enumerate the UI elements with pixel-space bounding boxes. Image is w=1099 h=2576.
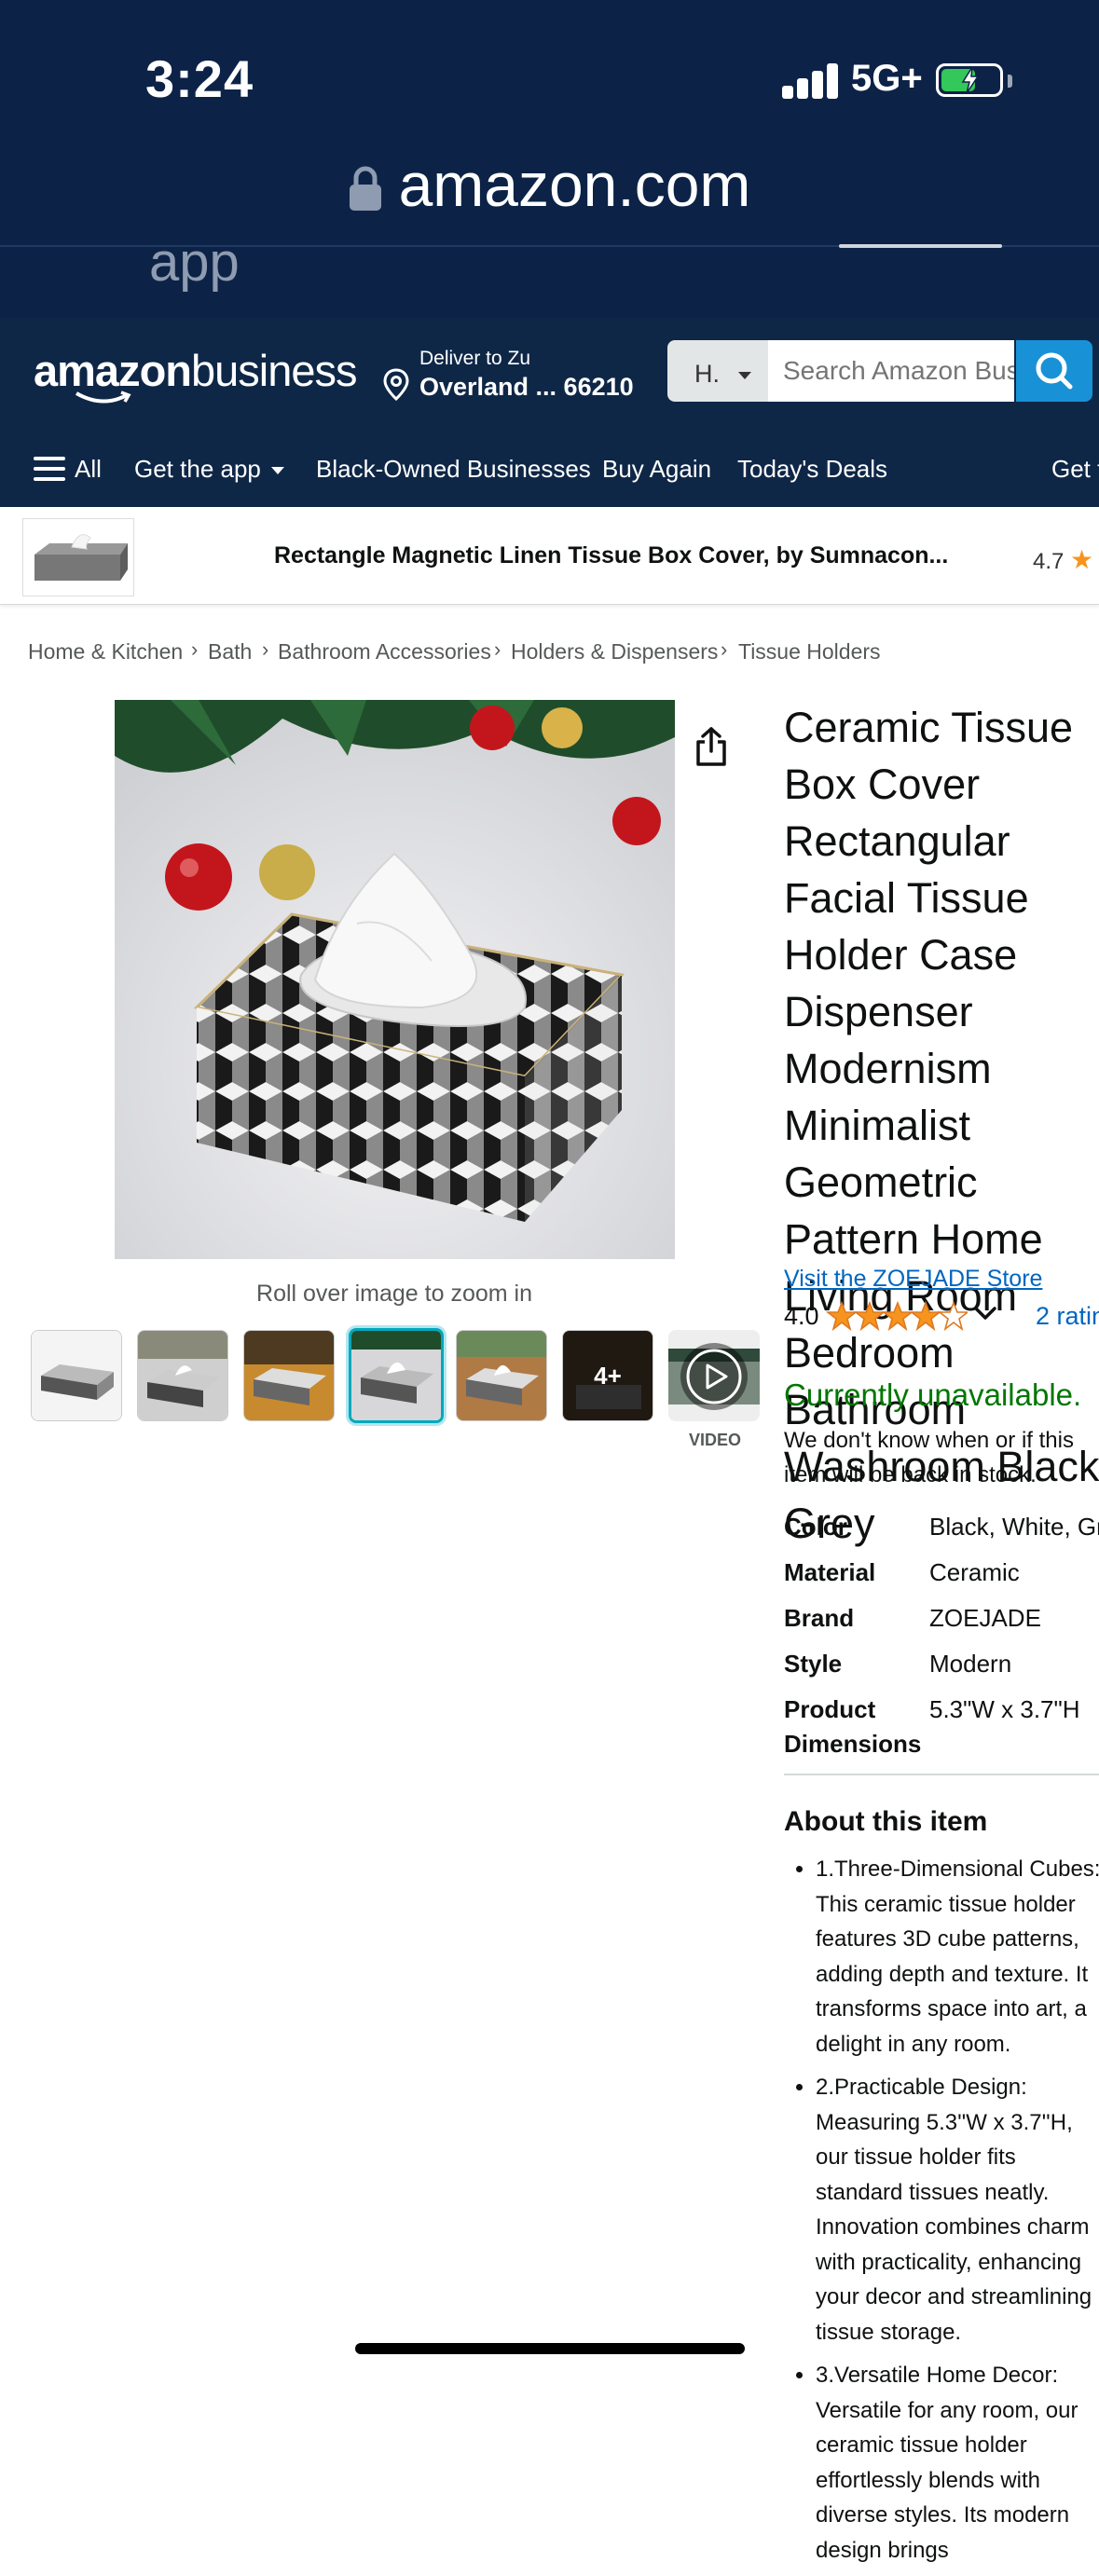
about-item: 1.Three-Dimensional Cubes: This ceramic … xyxy=(816,1852,1099,2062)
image-thumbnail[interactable] xyxy=(456,1330,547,1421)
star-empty-icon xyxy=(937,1300,970,1332)
rating-value: 4.0 xyxy=(784,1302,819,1330)
image-thumbnail[interactable] xyxy=(243,1330,335,1421)
star-filled-icon xyxy=(909,1300,942,1332)
breadcrumb-link[interactable]: Home & Kitchen xyxy=(28,639,183,665)
spec-label: Product Dimensions xyxy=(784,1695,922,1758)
url-domain: amazon.com xyxy=(398,150,751,219)
nav-item-buy-again[interactable]: Buy Again xyxy=(602,455,711,484)
image-thumbnail[interactable] xyxy=(31,1330,122,1421)
sticky-product-rating: 4.7 ★ xyxy=(1033,544,1093,575)
caret-down-icon xyxy=(271,467,284,474)
chevron-right-icon: › xyxy=(494,637,501,661)
amazon-business-logo[interactable]: amazonbusiness xyxy=(34,345,357,396)
sticky-product-thumbnail[interactable] xyxy=(22,518,134,596)
divider xyxy=(784,1774,1099,1775)
location-pin-icon xyxy=(383,368,409,402)
search-button[interactable] xyxy=(1016,340,1092,402)
about-list: 1.Three-Dimensional Cubes: This ceramic … xyxy=(784,1852,1099,2576)
spec-label: Brand xyxy=(784,1604,855,1632)
more-images-count: 4+ xyxy=(563,1331,653,1420)
main-product-image[interactable] xyxy=(115,700,675,1259)
app-banner-indicator xyxy=(839,244,1002,248)
rating-count-link[interactable]: 2 ratings xyxy=(1036,1302,1099,1331)
spec-value: 5.3"W x 3.7"H xyxy=(929,1695,1080,1723)
spec-label: Material xyxy=(784,1558,876,1586)
spec-value: Black, White, Grey xyxy=(929,1513,1099,1541)
chevron-down-icon[interactable] xyxy=(973,1305,997,1323)
image-thumbnail[interactable] xyxy=(137,1330,228,1421)
search-category-dropdown[interactable]: H. xyxy=(667,340,768,402)
sticky-product-title[interactable]: Rectangle Magnetic Linen Tissue Box Cove… xyxy=(274,542,948,569)
nav-item-black-owned[interactable]: Black-Owned Businesses xyxy=(316,455,591,484)
sticky-rating-value: 4.7 xyxy=(1033,549,1065,574)
lock-icon xyxy=(349,155,382,226)
deliver-to-label[interactable]: Deliver to Zu xyxy=(419,348,530,370)
nav-item-todays-deals[interactable]: Today's Deals xyxy=(737,455,887,484)
about-item: 2.Practicable Design: Measuring 5.3''W x… xyxy=(816,2070,1099,2350)
nav-item-get-more[interactable]: Get f xyxy=(1051,455,1099,484)
zoom-hint: Roll over image to zoom in xyxy=(256,1281,532,1307)
spec-value: ZOEJADE xyxy=(929,1604,1041,1632)
star-filled-icon xyxy=(881,1300,914,1332)
search-input[interactable] xyxy=(768,340,1014,402)
breadcrumb-link[interactable]: Bathroom Accessories xyxy=(278,639,491,665)
hamburger-menu-icon[interactable] xyxy=(34,455,65,483)
about-section-title: About this item xyxy=(784,1806,988,1837)
restock-note: We don't know when or if this item will … xyxy=(784,1428,1074,1487)
store-link[interactable]: Visit the ZOEJADE Store xyxy=(784,1266,1042,1293)
network-type: 5G+ xyxy=(851,58,923,99)
breadcrumb-link[interactable]: Bath xyxy=(208,639,252,665)
breadcrumb-link[interactable]: Tissue Holders xyxy=(738,639,881,665)
star-icon: ★ xyxy=(1070,545,1094,574)
spec-value: Modern xyxy=(929,1650,1012,1678)
nav-item-get-the-app[interactable]: Get the app xyxy=(134,455,261,484)
share-icon[interactable] xyxy=(694,727,728,766)
home-indicator xyxy=(355,2343,745,2354)
app-banner-text[interactable]: app xyxy=(149,231,240,294)
deliver-location[interactable]: Overland ... 66210 xyxy=(419,373,634,402)
nav-item-all[interactable]: All xyxy=(75,455,102,484)
status-time: 3:24 xyxy=(145,49,254,108)
signal-icon xyxy=(782,62,838,99)
spec-label: Style xyxy=(784,1650,843,1678)
battery-icon xyxy=(936,63,1003,97)
search-icon xyxy=(1036,352,1073,390)
smile-logo-icon xyxy=(76,391,131,404)
image-thumbnail-selected[interactable] xyxy=(349,1328,444,1423)
search-category-label: H. xyxy=(694,360,720,388)
logo-suffix: business xyxy=(191,346,357,395)
chevron-right-icon: › xyxy=(262,637,269,661)
url-bar[interactable]: amazon.com xyxy=(0,149,1099,226)
video-thumbnail[interactable] xyxy=(668,1330,760,1421)
star-filled-icon xyxy=(853,1300,886,1332)
star-rating-icon[interactable] xyxy=(825,1299,970,1337)
chevron-right-icon: › xyxy=(721,637,728,661)
image-thumbnail-more[interactable]: 4+ xyxy=(562,1330,653,1421)
spec-value: Ceramic xyxy=(929,1558,1020,1586)
video-label: VIDEO xyxy=(689,1431,742,1449)
logo-brand: amazon xyxy=(34,346,192,395)
spec-label: Color xyxy=(784,1513,847,1541)
availability-status: Currently unavailable. xyxy=(784,1377,1082,1412)
battery-nub xyxy=(1008,75,1012,88)
chevron-right-icon: › xyxy=(191,637,199,661)
breadcrumb-link[interactable]: Holders & Dispensers xyxy=(511,639,718,665)
caret-down-icon xyxy=(737,371,751,379)
star-filled-icon xyxy=(825,1300,859,1332)
about-item: 3.Versatile Home Decor: Versatile for an… xyxy=(816,2358,1099,2568)
